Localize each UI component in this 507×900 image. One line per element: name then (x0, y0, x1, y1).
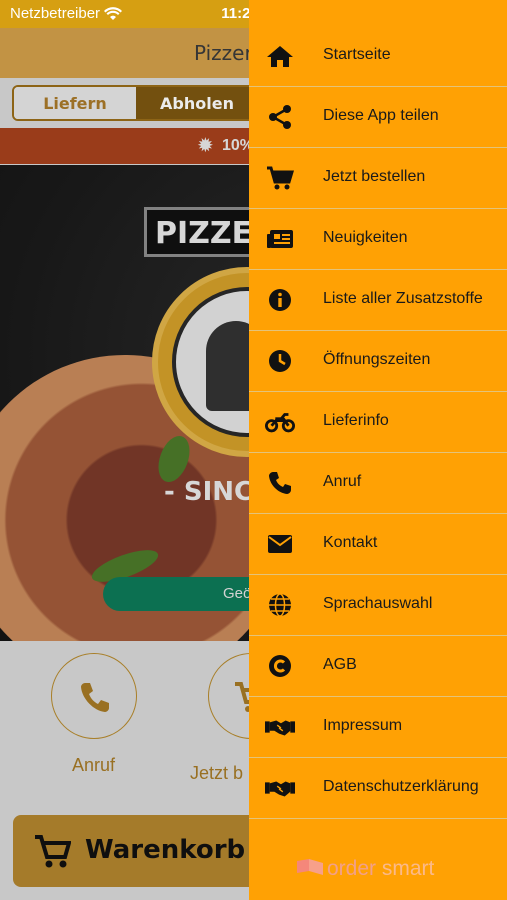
menu-item-bestellen[interactable]: Jetzt bestellen (249, 148, 507, 209)
info-icon (265, 286, 295, 314)
ordersmart-flag-icon (297, 859, 323, 875)
menu-item-label: Liste aller Zusatzstoffe (323, 290, 483, 307)
motorcycle-icon (265, 408, 295, 436)
menu-item-label: Kontakt (323, 534, 378, 551)
menu-item-label: AGB (323, 656, 357, 673)
menu-item-label: Jetzt bestellen (323, 168, 426, 185)
menu-item-oeffnungszeiten[interactable]: Öffnungszeiten (249, 331, 507, 392)
menu-item-lieferinfo[interactable]: Lieferinfo (249, 392, 507, 453)
ordersmart-logo: order smart (295, 857, 434, 881)
clock-icon (265, 347, 295, 375)
menu-item-anruf[interactable]: Anruf (249, 453, 507, 514)
drawer-scrim[interactable] (0, 28, 249, 900)
phone-icon (265, 469, 295, 497)
menu-item-label: Sprachauswahl (323, 595, 433, 612)
menu-item-label: Öffnungszeiten (323, 351, 431, 368)
handshake-icon (265, 713, 295, 741)
envelope-icon (265, 530, 295, 558)
menu-item-share[interactable]: Diese App teilen (249, 87, 507, 148)
menu-item-zusatzstoffe[interactable]: Liste aller Zusatzstoffe (249, 270, 507, 331)
navigation-drawer: Startseite Diese App teilen Jetzt bestel… (249, 0, 507, 900)
cart-icon (265, 164, 295, 192)
drawer-menu: Startseite Diese App teilen Jetzt bestel… (249, 26, 507, 819)
menu-item-impressum[interactable]: Impressum (249, 697, 507, 758)
brand-part-smart: smart (376, 857, 435, 880)
menu-item-neuigkeiten[interactable]: Neuigkeiten (249, 209, 507, 270)
menu-item-label: Impressum (323, 717, 403, 734)
menu-item-label: Datenschutzerklärung (323, 778, 479, 795)
globe-icon (265, 591, 295, 619)
menu-item-label: Diese App teilen (323, 107, 439, 124)
menu-item-label: Neuigkeiten (323, 229, 408, 246)
menu-item-startseite[interactable]: Startseite (249, 26, 507, 87)
menu-item-kontakt[interactable]: Kontakt (249, 514, 507, 575)
brand-part-order: order (327, 857, 377, 880)
menu-item-datenschutz[interactable]: Datenschutzerklärung (249, 758, 507, 819)
menu-item-agb[interactable]: AGB (249, 636, 507, 697)
news-icon (265, 225, 295, 253)
copyright-icon (265, 652, 295, 680)
menu-item-label: Lieferinfo (323, 412, 389, 429)
home-icon (265, 42, 295, 70)
menu-item-label: Startseite (323, 46, 391, 63)
menu-item-sprachauswahl[interactable]: Sprachauswahl (249, 575, 507, 636)
handshake-icon (265, 774, 295, 802)
menu-item-label: Anruf (323, 473, 362, 490)
share-icon (265, 103, 295, 131)
